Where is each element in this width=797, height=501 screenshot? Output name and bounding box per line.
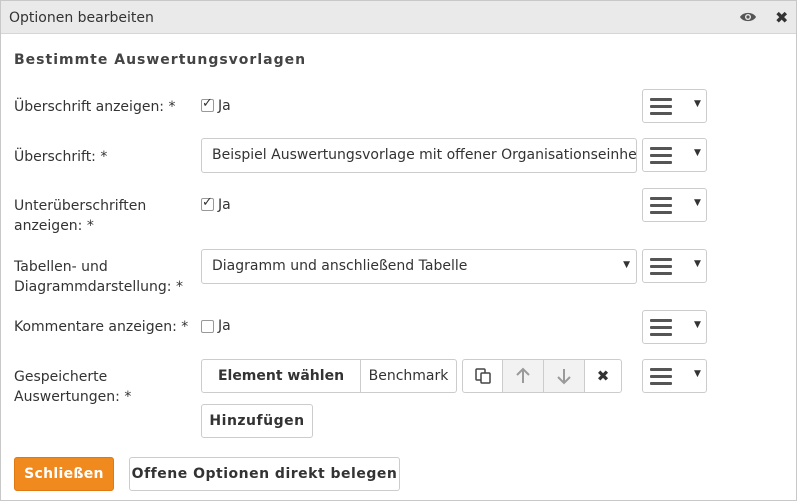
caret-down-icon: ▼ [694,259,701,269]
caret-down-icon: ▼ [694,148,701,158]
show-comments-checkbox[interactable] [201,320,214,333]
remove-icon: ✖ [596,367,610,385]
show-comments-menu-button[interactable]: ▼ [642,310,707,344]
table-chart-label-line2: Diagrammdarstellung: * [14,279,183,295]
show-heading-label: Überschrift anzeigen: * [14,99,176,115]
menu-icon [650,319,672,336]
menu-icon [650,197,672,214]
show-subheadings-checkbox[interactable] [201,195,214,211]
table-chart-select[interactable]: Diagramm und anschließend Tabelle ▼ [201,249,637,284]
arrow-up-icon [516,367,530,383]
saved-evaluations-menu-button[interactable]: ▼ [642,359,707,393]
close-button[interactable]: Schließen [14,457,114,491]
show-heading-checkbox[interactable] [201,96,214,112]
arrow-down-icon [557,369,571,385]
caret-down-icon: ▼ [694,320,701,330]
select-element-button[interactable]: Element wählen [202,360,361,392]
show-comments-label: Kommentare anzeigen: * [14,319,189,335]
add-button[interactable]: Hinzufügen [201,404,313,438]
caret-down-icon: ▼ [623,260,630,270]
close-icon[interactable]: ✖ [775,8,788,27]
section-title: Bestimmte Auswertungsvorlagen [14,52,307,68]
show-heading-menu-button[interactable]: ▼ [642,89,707,123]
show-subheadings-label-line1: Unterüberschriften [14,198,147,214]
show-subheadings-label-line2: anzeigen: * [14,218,94,234]
menu-icon [650,147,672,164]
menu-icon [650,368,672,385]
show-comments-check-label: Ja [218,318,231,334]
dialog-title: Optionen bearbeiten [9,10,154,26]
remove-button[interactable]: ✖ [584,359,622,393]
saved-evaluations-label-line2: Auswertungen: * [14,389,132,405]
show-subheadings-menu-button[interactable]: ▼ [642,188,707,222]
move-down-button[interactable] [543,359,585,393]
heading-input[interactable]: Beispiel Auswertungsvorlage mit offener … [201,138,637,173]
table-chart-menu-button[interactable]: ▼ [642,249,707,283]
element-chooser-group: Element wählen Benchmark [201,359,457,393]
copy-button[interactable] [462,359,503,393]
move-up-button[interactable] [502,359,544,393]
assign-open-options-button[interactable]: Offene Optionen direkt belegen [129,457,400,491]
caret-down-icon: ▼ [694,99,701,109]
eye-icon[interactable] [739,10,757,24]
options-dialog: Optionen bearbeiten ✖ Bestimmte Auswertu… [0,0,797,501]
benchmark-button[interactable]: Benchmark [361,360,456,392]
heading-label: Überschrift: * [14,149,108,165]
menu-icon [650,98,672,115]
table-chart-label-line1: Tabellen- und [14,259,108,275]
table-chart-select-value: Diagramm und anschließend Tabelle [212,258,468,274]
heading-menu-button[interactable]: ▼ [642,138,707,172]
menu-icon [650,258,672,275]
saved-evaluations-label-line1: Gespeicherte [14,369,108,385]
caret-down-icon: ▼ [694,198,701,208]
copy-icon [474,368,491,384]
caret-down-icon: ▼ [694,369,701,379]
show-heading-check-label: Ja [218,98,231,114]
dialog-titlebar: Optionen bearbeiten ✖ [1,1,796,34]
show-subheadings-check-label: Ja [218,197,231,213]
